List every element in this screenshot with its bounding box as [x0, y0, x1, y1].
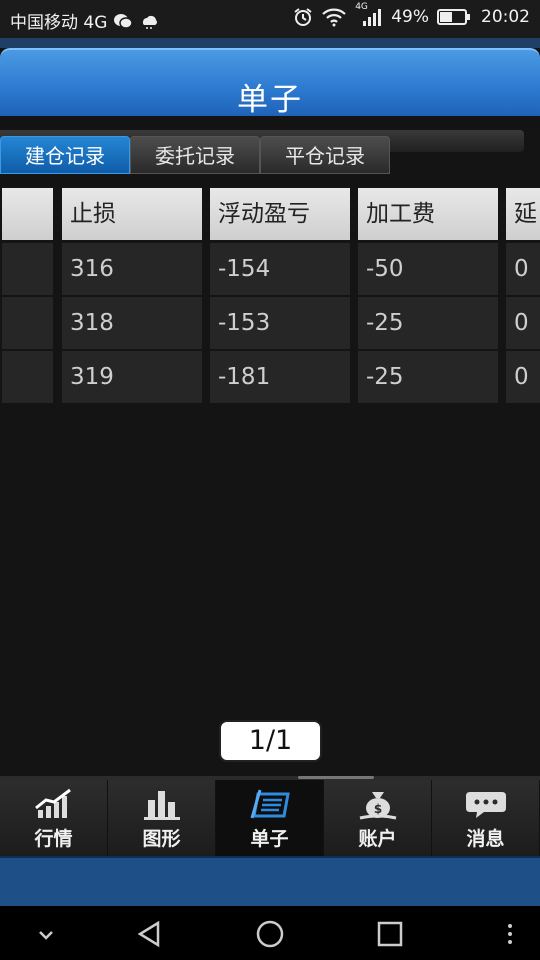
nav-item-account[interactable]: $ 账户 [324, 780, 432, 856]
nav-item-orders[interactable]: 单子 [216, 780, 324, 856]
recents-icon[interactable] [376, 920, 404, 948]
table-cell: -153 [210, 297, 350, 349]
message-bubble-icon [465, 792, 506, 818]
table-cell: 0 [506, 351, 540, 403]
table-cell: -181 [210, 351, 350, 403]
bar-chart-icon [143, 791, 180, 820]
system-nav-bar [0, 906, 540, 960]
header-cell [2, 188, 53, 240]
network-badge: 4G [355, 2, 368, 12]
header-deferred: 延 [506, 188, 540, 240]
table-cell: 0 [506, 297, 540, 349]
order-list-icon [250, 789, 290, 819]
cloud-icon [139, 11, 159, 31]
table-cell: 318 [62, 297, 202, 349]
svg-text:$: $ [373, 802, 381, 816]
table-cell: 0 [506, 243, 540, 295]
nav-indicator [298, 776, 374, 779]
more-icon[interactable] [496, 920, 524, 948]
clock: 20:02 [481, 7, 530, 27]
table-cell: 319 [62, 351, 202, 403]
money-bag-icon: $ [359, 792, 396, 820]
header-floating-pnl: 浮动盈亏 [210, 188, 350, 240]
nav-label: 消息 [466, 828, 505, 850]
nav-label: 账户 [358, 828, 397, 850]
header-gap [0, 38, 540, 48]
table-cell: -154 [210, 243, 350, 295]
nav-label: 单子 [250, 828, 289, 850]
tab-open-records[interactable]: 建仓记录 [0, 136, 130, 174]
table-cell [2, 243, 53, 295]
tab-close-records[interactable]: 平仓记录 [260, 136, 390, 174]
table-cell: -25 [358, 297, 498, 349]
battery-icon [437, 9, 470, 25]
header-stop-loss: 止损 [62, 188, 202, 240]
alarm-icon [293, 7, 313, 27]
battery-percent: 49% [391, 7, 429, 27]
wifi-icon [321, 7, 347, 27]
records-table[interactable]: 止损 浮动盈亏 加工费 延 316 -154 -50 0 318 -153 -2… [0, 186, 540, 776]
signal-icon: 4G [355, 2, 383, 27]
nav-item-messages[interactable]: 消息 [432, 780, 540, 856]
tab-entrust-records[interactable]: 委托记录 [130, 136, 260, 174]
bottom-nav: 行情 图形 单子 $ 账户 消息 [0, 780, 540, 856]
market-chart-icon [34, 788, 71, 818]
home-icon[interactable] [256, 920, 284, 948]
back-icon[interactable] [136, 920, 164, 948]
nav-item-chart[interactable]: 图形 [108, 780, 216, 856]
table-cell: -25 [358, 351, 498, 403]
tab-strip: 建仓记录 委托记录 平仓记录 [0, 128, 540, 180]
page-title: 单子 [237, 82, 303, 118]
nav-label: 行情 [34, 828, 73, 850]
carrier-label: 中国移动 4G [10, 13, 108, 33]
bottom-band [0, 856, 540, 906]
collapse-icon[interactable] [32, 920, 60, 948]
header-processing-fee: 加工费 [358, 188, 498, 240]
table-cell: -50 [358, 243, 498, 295]
title-bar: 单子 [0, 48, 540, 118]
nav-item-market[interactable]: 行情 [0, 780, 108, 856]
page-indicator: 1/1 [219, 720, 322, 762]
nav-label: 图形 [142, 828, 181, 850]
table-cell [2, 297, 53, 349]
table-cell [2, 351, 53, 403]
status-bar: 中国移动 4G 4G 49% 20:02 [0, 0, 540, 38]
wechat-icon [113, 11, 134, 31]
table-cell: 316 [62, 243, 202, 295]
